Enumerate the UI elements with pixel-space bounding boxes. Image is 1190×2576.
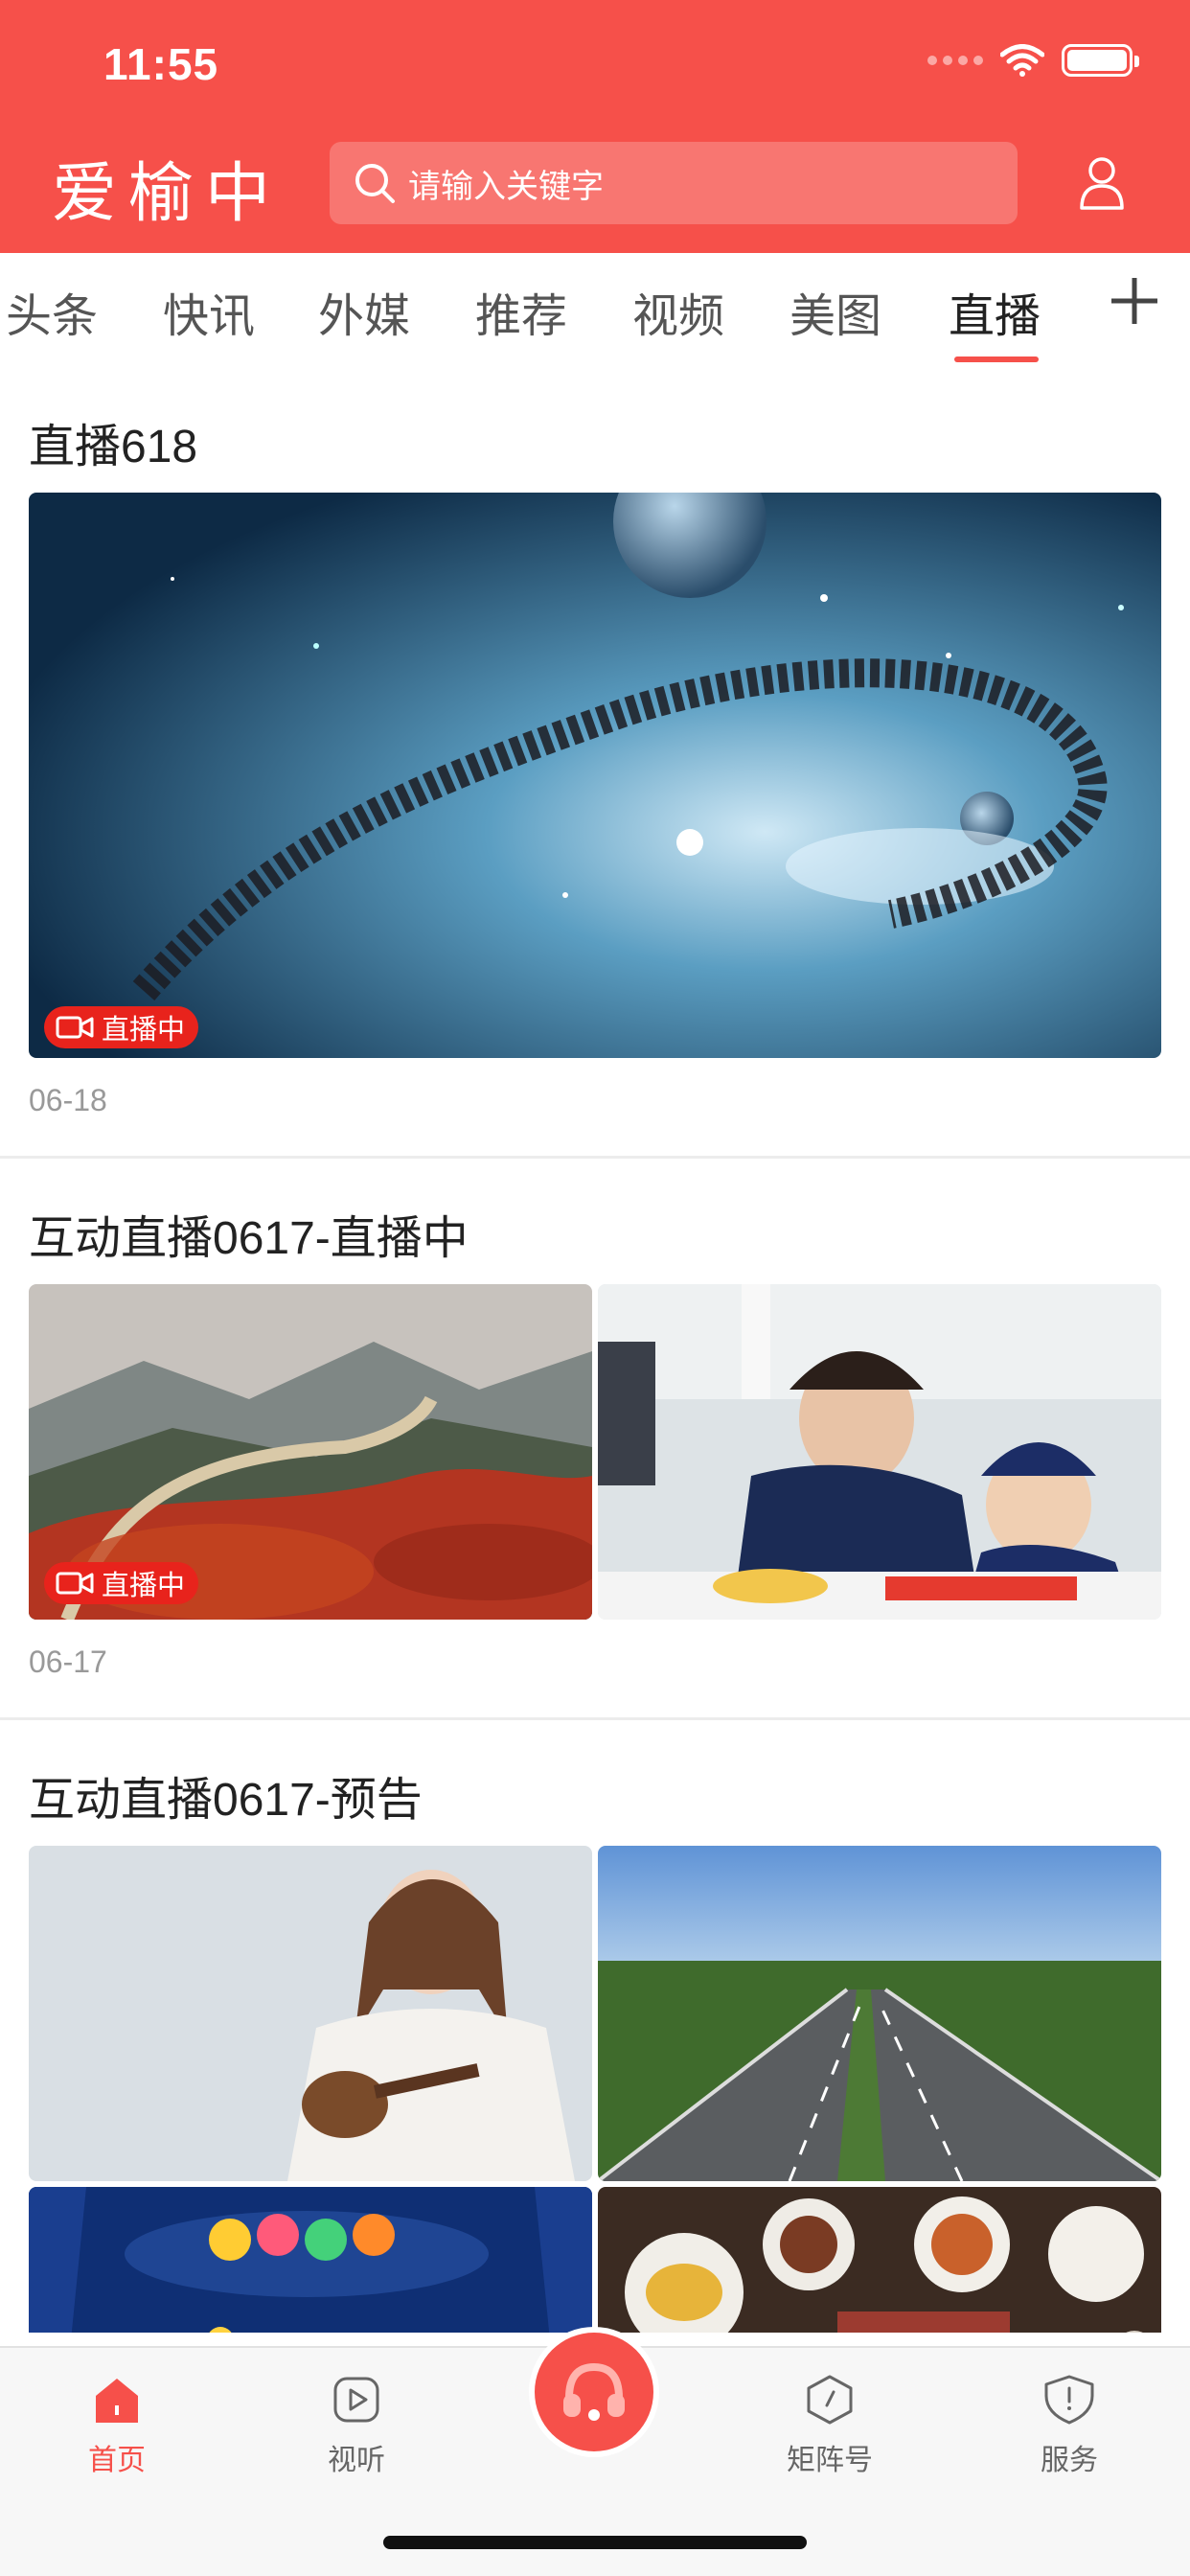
- feed-image-ukulele[interactable]: [29, 1846, 592, 2181]
- feed-image-theatre[interactable]: [29, 2187, 592, 2333]
- tab-kuaixun[interactable]: 快讯: [163, 278, 255, 345]
- play-icon: [333, 2377, 379, 2423]
- feed-image-space[interactable]: 直播中: [29, 493, 1161, 1058]
- nav-service[interactable]: 服务: [1002, 2371, 1136, 2478]
- divider: [0, 1717, 1190, 1720]
- video-camera-icon: [56, 1572, 94, 1595]
- nav-media[interactable]: 视听: [289, 2371, 423, 2478]
- nav-media-label: 视听: [328, 2445, 385, 2476]
- user-profile-icon[interactable]: [1079, 155, 1125, 211]
- tab-shipin[interactable]: 视频: [632, 278, 724, 345]
- nav-home[interactable]: 首页: [50, 2371, 184, 2478]
- wifi-icon: [1000, 44, 1044, 77]
- status-time: 11:55: [103, 39, 219, 89]
- headset-icon: [563, 2362, 625, 2421]
- video-camera-icon: [56, 1016, 94, 1039]
- search-input[interactable]: 请输入关键字: [330, 142, 1018, 224]
- tab-tuijian[interactable]: 推荐: [475, 278, 567, 345]
- nav-home-label: 首页: [88, 2445, 146, 2476]
- live-badge: 直播中: [44, 1562, 199, 1604]
- signal-icon: [927, 56, 983, 65]
- nav-service-label: 服务: [1041, 2445, 1098, 2476]
- nav-matrix[interactable]: 矩阵号: [763, 2371, 897, 2478]
- nav-matrix-label: 矩阵号: [787, 2445, 873, 2476]
- feed-item-title[interactable]: 直播618: [29, 408, 197, 475]
- add-channel-icon[interactable]: [1104, 270, 1165, 332]
- feed-image-great-wall[interactable]: 直播中: [29, 1284, 592, 1620]
- app-header: 11:55 爱榆中 请输入关键字: [0, 0, 1190, 253]
- live-badge: 直播中: [44, 1006, 199, 1048]
- battery-icon: [1062, 44, 1139, 77]
- search-icon: [355, 164, 395, 203]
- feed-item-date: 06-17: [29, 1644, 107, 1679]
- compass-icon: [807, 2375, 853, 2425]
- status-indicators: [927, 44, 1139, 77]
- service-icon: [1044, 2375, 1094, 2425]
- feed-image-mother-child[interactable]: [598, 1284, 1161, 1620]
- tab-waimei[interactable]: 外媒: [318, 278, 410, 345]
- category-tabs: 头条 快讯 外媒 推荐 视频 美图 直播: [0, 253, 1190, 368]
- active-tab-indicator: [954, 356, 1039, 362]
- live-feed: 直播618 直播中 06-18 互动直播0617-直播中 直播中 06-17 互…: [0, 368, 1190, 2333]
- app-brand: 爱榆中: [52, 156, 283, 232]
- feed-item-title[interactable]: 互动直播0617-预告: [29, 1761, 423, 1828]
- tab-toutiao[interactable]: 头条: [6, 278, 98, 345]
- center-action-button[interactable]: [529, 2327, 659, 2457]
- tab-zhibo[interactable]: 直播: [949, 278, 1041, 345]
- feed-item-title[interactable]: 互动直播0617-直播中: [29, 1200, 469, 1267]
- live-badge-label: 直播中: [102, 1571, 186, 1601]
- divider: [0, 1156, 1190, 1159]
- home-indicator: [383, 2536, 807, 2549]
- tab-meitu[interactable]: 美图: [790, 278, 881, 345]
- feed-item-date: 06-18: [29, 1083, 107, 1117]
- live-badge-label: 直播中: [102, 1015, 186, 1046]
- home-icon: [96, 2379, 138, 2423]
- feed-image-food[interactable]: [598, 2187, 1161, 2333]
- search-placeholder: 请输入关键字: [408, 168, 604, 205]
- feed-image-highway[interactable]: [598, 1846, 1161, 2181]
